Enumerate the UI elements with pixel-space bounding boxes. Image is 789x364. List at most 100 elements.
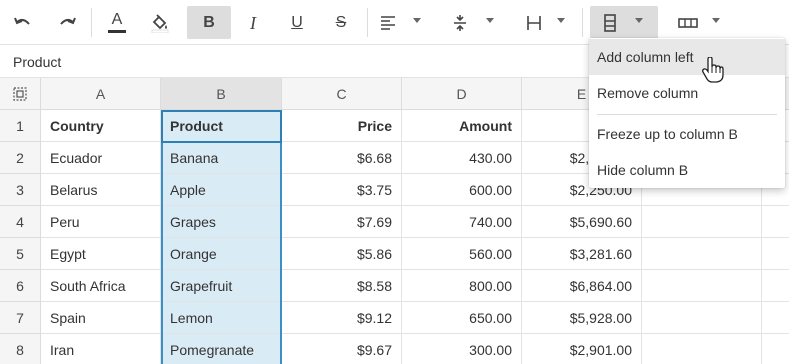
table-cell[interactable] (762, 302, 789, 334)
row-header[interactable]: 1 (0, 110, 41, 142)
table-cell[interactable]: $8.58 (282, 270, 402, 302)
table-cell[interactable]: $6.68 (282, 142, 402, 174)
table-cell[interactable]: Iran (41, 334, 161, 364)
table-cell[interactable]: Lemon (161, 302, 282, 334)
table-cell[interactable]: Spain (41, 302, 161, 334)
select-all-button[interactable] (0, 78, 41, 110)
table-cell[interactable]: South Africa (41, 270, 161, 302)
menu-item-freeze-columns[interactable]: Freeze up to column B (589, 116, 785, 152)
row-header[interactable]: 3 (0, 174, 41, 206)
table-cell[interactable]: Banana (161, 142, 282, 174)
underline-icon: U (291, 13, 303, 31)
menu-separator (597, 114, 777, 115)
table-cell[interactable]: 800.00 (402, 270, 522, 302)
table-cell[interactable]: Orange (161, 238, 282, 270)
table-cell[interactable]: $3.75 (282, 174, 402, 206)
bold-button[interactable]: B (187, 6, 231, 39)
header-cell[interactable]: Amount (402, 110, 522, 142)
text-color-icon: A (111, 11, 123, 28)
header-cell[interactable]: Product (161, 110, 282, 142)
table-cell[interactable] (642, 238, 762, 270)
column-header-a[interactable]: A (41, 78, 161, 110)
table-cell[interactable] (642, 270, 762, 302)
table-cell[interactable]: 600.00 (402, 174, 522, 206)
menu-item-remove-column[interactable]: Remove column (589, 75, 785, 111)
table-cell[interactable]: 740.00 (402, 206, 522, 238)
table-cell[interactable]: $5.86 (282, 238, 402, 270)
chevron-down-icon (635, 18, 643, 23)
table-cell[interactable]: Apple (161, 174, 282, 206)
text-color-button[interactable]: A (101, 6, 133, 39)
table-cell[interactable]: 650.00 (402, 302, 522, 334)
table-cell[interactable]: $9.67 (282, 334, 402, 364)
row-header[interactable]: 2 (0, 142, 41, 174)
table-cell[interactable]: 300.00 (402, 334, 522, 364)
strikethrough-icon: S (335, 13, 347, 31)
table-cell[interactable] (762, 334, 789, 364)
row-header[interactable]: 8 (0, 334, 41, 364)
text-color-swatch (108, 30, 126, 33)
table-cell[interactable]: Belarus (41, 174, 161, 206)
table-cell[interactable]: $7.69 (282, 206, 402, 238)
italic-icon: I (250, 12, 256, 33)
table-cell[interactable]: Peru (41, 206, 161, 238)
row-header[interactable]: 6 (0, 270, 41, 302)
column-header-c[interactable]: C (282, 78, 402, 110)
column-menu-button[interactable] (590, 6, 658, 39)
redo-button[interactable] (52, 6, 82, 39)
header-cell[interactable]: Price (282, 110, 402, 142)
text-wrap-icon (527, 15, 541, 30)
chevron-down-icon (712, 18, 720, 23)
bold-icon: B (203, 13, 215, 31)
table-cell[interactable] (642, 206, 762, 238)
hand-pointer-icon (702, 57, 724, 83)
table-cell[interactable]: $5,928.00 (522, 302, 642, 334)
chevron-down-icon (413, 18, 421, 23)
undo-button[interactable] (8, 6, 38, 39)
table-cell[interactable] (642, 334, 762, 364)
italic-button[interactable]: I (238, 6, 268, 39)
chevron-down-icon (557, 18, 565, 23)
table-cell[interactable]: Pomegranate (161, 334, 282, 364)
undo-icon (14, 17, 30, 25)
toolbar-separator (367, 8, 368, 37)
table-cell[interactable]: $9.12 (282, 302, 402, 334)
vertical-align-middle-icon (454, 14, 466, 31)
column-header-d[interactable]: D (402, 78, 522, 110)
strikethrough-button[interactable]: S (326, 6, 356, 39)
row-icon (678, 17, 698, 28)
align-left-icon (381, 15, 395, 30)
table-cell[interactable]: $5,690.60 (522, 206, 642, 238)
underline-button[interactable]: U (282, 6, 312, 39)
menu-item-hide-column[interactable]: Hide column B (589, 152, 785, 188)
row-header[interactable]: 4 (0, 206, 41, 238)
row-header[interactable]: 5 (0, 238, 41, 270)
table-cell[interactable]: 430.00 (402, 142, 522, 174)
redo-icon (60, 17, 76, 25)
row-header[interactable]: 7 (0, 302, 41, 334)
table-cell[interactable]: Grapes (161, 206, 282, 238)
table-cell[interactable]: Ecuador (41, 142, 161, 174)
chevron-down-icon (486, 18, 494, 23)
paint-bucket-icon (151, 13, 169, 33)
table-cell[interactable]: Egypt (41, 238, 161, 270)
table-cell[interactable]: Grapefruit (161, 270, 282, 302)
table-cell[interactable]: $3,281.60 (522, 238, 642, 270)
toolbar-separator (91, 8, 92, 37)
fill-color-button[interactable] (144, 6, 176, 39)
table-cell[interactable] (762, 206, 789, 238)
column-context-menu: Add column left Remove column Freeze up … (589, 38, 785, 188)
header-cell[interactable]: Country (41, 110, 161, 142)
column-header-b[interactable]: B (161, 78, 282, 110)
column-icon (604, 13, 616, 32)
formula-input[interactable]: Product (13, 54, 61, 70)
table-cell[interactable]: $2,901.00 (522, 334, 642, 364)
menu-item-add-column-left[interactable]: Add column left (589, 39, 785, 75)
table-cell[interactable] (762, 270, 789, 302)
table-cell[interactable]: 560.00 (402, 238, 522, 270)
table-cell[interactable]: $6,864.00 (522, 270, 642, 302)
toolbar-separator (582, 8, 583, 37)
select-all-icon (13, 86, 27, 101)
table-cell[interactable] (762, 238, 789, 270)
table-cell[interactable] (642, 302, 762, 334)
